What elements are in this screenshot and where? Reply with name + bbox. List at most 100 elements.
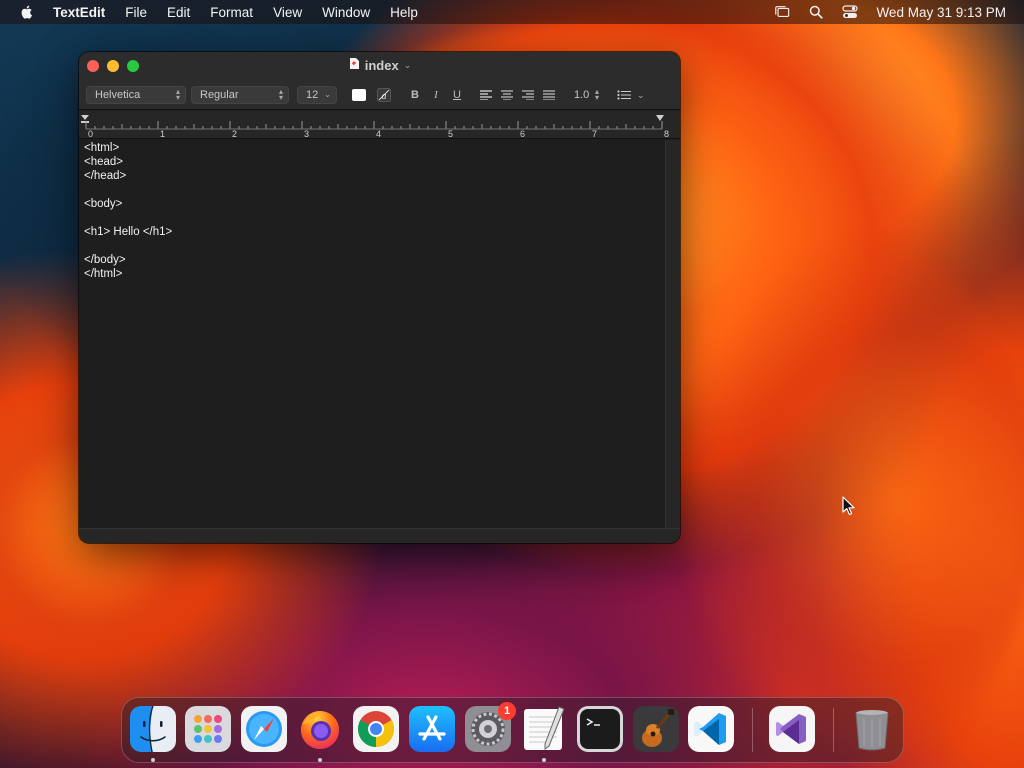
font-style-value: Regular [200,89,239,101]
title-menu-chevron-icon[interactable]: ⌄ [404,60,412,71]
font-size-value: 12 [306,89,319,101]
align-left-button[interactable] [477,86,495,104]
ruler-label: 7 [592,129,597,139]
format-toolbar: Helvetica ▴ ▾ Regular ▴ ▾ 12 ⌄ a B I U 1… [79,85,680,105]
text-color-swatch [352,89,366,101]
right-indent-marker[interactable] [656,115,664,121]
ruler-label: 1 [160,129,165,139]
running-indicator [318,758,322,762]
dock-app-store-icon[interactable] [409,706,455,752]
dock-trash-icon[interactable] [849,706,895,752]
control-center-icon[interactable] [842,5,859,19]
document-title[interactable]: index [365,58,399,73]
dock-firefox-icon[interactable] [297,706,343,752]
document-proxy-icon[interactable] [348,57,360,73]
underline-button[interactable]: U [448,86,466,104]
ruler-scale: 0 1 2 3 4 5 6 7 8 [81,115,669,139]
align-right-button[interactable] [519,86,537,104]
dock-safari-icon[interactable] [241,706,287,752]
ruler-label: 3 [304,129,309,139]
ruler-label: 5 [448,129,453,139]
align-left-icon [480,90,492,100]
spotlight-search-icon[interactable] [808,5,824,19]
font-size-select[interactable]: 12 ⌄ [297,86,337,104]
dock: 1 [121,697,904,763]
running-indicator [542,758,546,762]
select-arrows-icon: ▴ ▾ [278,87,283,102]
document-line[interactable]: <head> [84,155,660,169]
dock-visual-studio-icon[interactable] [769,706,815,752]
document-line[interactable] [84,183,660,197]
menu-file[interactable]: File [125,5,147,20]
highlight-color-icon: a [377,88,391,102]
ruler-labels: 0 1 2 3 4 5 6 7 8 [88,129,669,139]
first-line-indent-marker[interactable] [81,115,89,120]
document-line[interactable]: <html> [84,141,660,155]
dock-separator [752,708,753,752]
window-title[interactable]: index ⌄ [79,57,680,73]
document-line[interactable]: <body> [84,197,660,211]
italic-button[interactable]: I [427,86,445,104]
document-line[interactable]: <h1> Hello </h1> [84,225,660,239]
ruler-label: 8 [664,129,669,139]
menu-bar: TextEdit File Edit Format View Window He… [0,0,1024,24]
list-style-button[interactable]: ⌄ [617,86,651,104]
menu-window[interactable]: Window [322,5,370,20]
dock-vscode-icon[interactable] [688,706,734,752]
ruler-ticks [85,121,663,130]
vertical-scrollbar[interactable] [665,140,680,528]
font-style-select[interactable]: Regular ▴ ▾ [191,86,289,104]
left-indent-marker[interactable] [81,121,89,123]
text-color-button[interactable] [350,86,368,104]
window-titlebar[interactable]: index ⌄ Helvetica ▴ ▾ Regular ▴ ▾ 12 ⌄ a B [79,52,680,110]
bulleted-list-icon [617,90,631,100]
document-line[interactable]: </html> [84,267,660,281]
line-spacing-value: 1.0 [574,89,590,101]
select-arrows-icon: ▴ ▾ [594,87,599,102]
menu-view[interactable]: View [273,5,302,20]
apple-logo-icon[interactable] [19,4,35,20]
select-arrows-icon: ▴ ▾ [175,87,180,102]
horizontal-scrollbar[interactable] [79,528,680,543]
justify-button[interactable] [540,86,558,104]
ruler-label: 2 [232,129,237,139]
document-line[interactable] [84,211,660,225]
mouse-pointer-icon [842,496,855,516]
font-family-select[interactable]: Helvetica ▴ ▾ [86,86,186,104]
document-line[interactable] [84,239,660,253]
chevron-down-icon: ⌄ [324,90,331,99]
highlight-color-button[interactable]: a [375,86,393,104]
dock-chrome-icon[interactable] [353,706,399,752]
menu-edit[interactable]: Edit [167,5,190,20]
document-line[interactable]: </body> [84,253,660,267]
bold-button[interactable]: B [406,86,424,104]
line-spacing-select[interactable]: 1.0 ▴ ▾ [567,86,605,104]
align-right-icon [522,90,534,100]
ruler-label: 4 [376,129,381,139]
font-family-value: Helvetica [95,89,141,101]
dock-textedit-icon[interactable] [521,706,567,752]
menu-help[interactable]: Help [390,5,418,20]
menu-format[interactable]: Format [210,5,253,20]
dock-launchpad-icon[interactable] [185,706,231,752]
dock-finder-icon[interactable] [130,706,176,752]
notification-badge: 1 [498,702,516,720]
chevron-down-icon: ⌄ [637,89,645,100]
document-line[interactable]: </head> [84,169,660,183]
ruler-label: 6 [520,129,525,139]
dock-terminal-icon[interactable] [577,706,623,752]
document-text-area[interactable]: <html> <head> </head> <body> <h1> Hello </h1… [79,140,665,528]
menu-bar-clock[interactable]: Wed May 31 9:13 PM [876,5,1006,20]
ruler-label: 0 [88,129,93,139]
running-indicator [151,758,155,762]
align-center-button[interactable] [498,86,516,104]
textedit-window: index ⌄ Helvetica ▴ ▾ Regular ▴ ▾ 12 ⌄ a B [79,52,680,543]
align-center-icon [501,90,513,100]
document-ruler[interactable]: 0 1 2 3 4 5 6 7 8 [79,111,680,139]
menu-bar-status-area: Wed May 31 9:13 PM [774,0,1024,24]
menu-app-name[interactable]: TextEdit [53,5,105,20]
dock-garageband-icon[interactable] [633,706,679,752]
dock-separator [833,708,834,752]
stage-manager-icon[interactable] [774,5,790,19]
justify-icon [543,90,555,100]
